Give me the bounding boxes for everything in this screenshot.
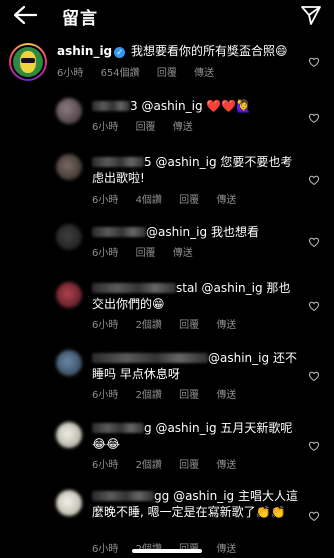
mention-link[interactable]: @ashin_ig — [146, 225, 207, 239]
comment-meta: 6小時 654個讚 回覆 傳送 — [57, 64, 228, 79]
username-suffix: 5 — [144, 155, 152, 169]
like-heart-icon[interactable] — [308, 112, 320, 124]
comment-likes[interactable]: 654個讚 — [101, 68, 140, 79]
comment-likes[interactable]: 4個讚 — [136, 195, 162, 206]
username-suffix: 3 — [130, 99, 138, 113]
blurred-username — [92, 491, 154, 501]
comment-meta: 6小時 2個讚 回覆 傳送 — [92, 386, 250, 401]
avatar[interactable] — [56, 282, 82, 308]
like-heart-icon[interactable] — [308, 510, 320, 522]
blurred-username — [92, 227, 146, 237]
avatar[interactable] — [56, 98, 82, 124]
like-heart-icon[interactable] — [308, 370, 320, 382]
comment-meta: 6小時 2個讚 回覆 傳送 — [92, 456, 250, 471]
reply-comment: @ashin_ig 还不睡吗 早点休息呀 6小時 2個讚 回覆 傳送 — [0, 348, 334, 404]
share-button[interactable]: 傳送 — [216, 390, 236, 401]
reply-button[interactable]: 回覆 — [179, 195, 199, 206]
reply-button[interactable]: 回覆 — [179, 460, 199, 471]
avatar[interactable] — [56, 350, 82, 376]
like-heart-icon[interactable] — [308, 174, 320, 186]
like-heart-icon[interactable] — [308, 440, 320, 452]
share-button[interactable]: 傳送 — [173, 248, 193, 259]
reply-comment: 3 @ashin_ig ❤️❤️🙋‍♀️ 6小時 回覆 傳送 — [0, 96, 334, 136]
reply-comment: g @ashin_ig 五月天新歌呢😂😂 6小時 2個讚 回覆 傳送 — [0, 418, 334, 474]
comment-meta: 6小時 4個讚 回覆 傳送 — [92, 191, 250, 206]
comment-time: 6小時 — [92, 122, 119, 133]
comment-time: 6小時 — [92, 390, 119, 401]
reply-button[interactable]: 回覆 — [136, 122, 156, 133]
reply-comment: 5 @ashin_ig 您要不要也考虑出歌啦! 6小時 4個讚 回覆 傳送 — [0, 152, 334, 208]
mention-link[interactable]: @ashin_ig — [208, 351, 269, 365]
like-heart-icon[interactable] — [308, 56, 320, 68]
mention-link[interactable]: @ashin_ig — [173, 489, 234, 503]
reply-button[interactable]: 回覆 — [157, 68, 177, 79]
home-indicator — [132, 549, 202, 553]
share-button[interactable]: 傳送 — [194, 68, 214, 79]
share-button[interactable]: 傳送 — [216, 544, 236, 555]
back-arrow-icon[interactable] — [12, 4, 38, 26]
reply-text: 我也想看 — [210, 225, 259, 239]
mention-link[interactable]: @ashin_ig — [141, 99, 202, 113]
comment-time: 6小時 — [92, 248, 119, 259]
reply-text: ❤️❤️🙋‍♀️ — [206, 99, 252, 113]
mention-link[interactable]: @ashin_ig — [201, 281, 262, 295]
header-bar: 留言 — [0, 0, 334, 32]
reply-comment: stal @ashin_ig 那也交出你們的😁 6小時 2個讚 回覆 傳送 — [0, 278, 334, 334]
comment-likes[interactable]: 2個讚 — [136, 390, 162, 401]
avatar[interactable] — [56, 490, 82, 516]
comment-time: 6小時 — [92, 195, 119, 206]
avatar[interactable] — [56, 154, 82, 180]
username-suffix: g — [144, 421, 152, 435]
like-heart-icon[interactable] — [308, 236, 320, 248]
blurred-username — [92, 283, 176, 293]
comment-username[interactable]: ashin_ig — [57, 44, 112, 58]
reply-button[interactable]: 回覆 — [136, 248, 156, 259]
reply-button[interactable]: 回覆 — [179, 390, 199, 401]
comment-meta: 6小時 回覆 傳送 — [92, 118, 207, 133]
send-direct-icon[interactable] — [300, 4, 322, 26]
share-button[interactable]: 傳送 — [173, 122, 193, 133]
blurred-username — [92, 101, 130, 111]
like-heart-icon[interactable] — [308, 300, 320, 312]
share-button[interactable]: 傳送 — [216, 460, 236, 471]
comment-likes[interactable]: 2個讚 — [136, 460, 162, 471]
username-suffix: stal — [176, 281, 198, 295]
blurred-username — [92, 157, 144, 167]
blurred-username — [92, 353, 208, 363]
mention-link[interactable]: @ashin_ig — [155, 155, 216, 169]
verified-badge-icon: ✓ — [114, 47, 126, 58]
main-comment: ashin_ig ✓ 我想要看你的所有獎盃合照😄 6小時 654個讚 回覆 傳送 — [0, 40, 334, 84]
share-button[interactable]: 傳送 — [216, 320, 236, 331]
mention-link[interactable]: @ashin_ig — [155, 421, 216, 435]
avatar[interactable] — [56, 224, 82, 250]
comment-time: 6小時 — [92, 544, 119, 555]
avatar[interactable] — [56, 422, 82, 448]
comment-time: 6小時 — [57, 68, 84, 79]
comment-meta: 6小時 回覆 傳送 — [92, 244, 207, 259]
comment-time: 6小時 — [92, 460, 119, 471]
comment-text: 我想要看你的所有獎盃合照😄 — [130, 44, 288, 58]
comment-time: 6小時 — [92, 320, 119, 331]
reply-comment: gg @ashin_ig 主唱大人這麼晚不睡, 嗯一定是在寫新歌了👏👏 6小時 … — [0, 486, 334, 555]
comment-likes[interactable]: 2個讚 — [136, 320, 162, 331]
avatar[interactable] — [9, 43, 47, 81]
comment-meta: 6小時 2個讚 回覆 傳送 — [92, 316, 250, 331]
username-suffix: gg — [154, 489, 170, 503]
share-button[interactable]: 傳送 — [216, 195, 236, 206]
page-title: 留言 — [62, 9, 98, 29]
reply-button[interactable]: 回覆 — [179, 320, 199, 331]
reply-comment: @ashin_ig 我也想看 6小時 回覆 傳送 — [0, 222, 334, 262]
blurred-username — [92, 423, 144, 433]
